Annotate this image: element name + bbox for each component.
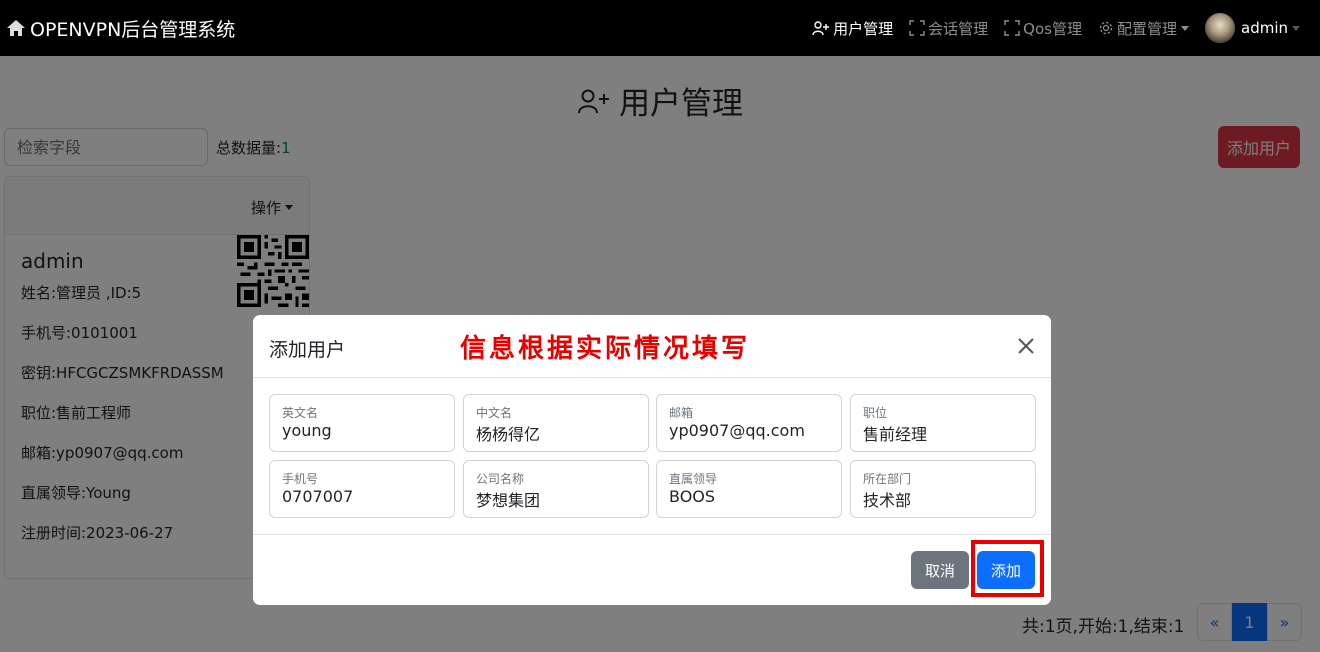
avatar	[1205, 13, 1235, 43]
field-label: 中文名	[476, 406, 513, 420]
field-value: 技术部	[863, 491, 912, 510]
manager-field[interactable]: 直属领导 BOOS	[656, 460, 842, 518]
house-icon	[7, 20, 25, 36]
field-value: yp0907@qq.com	[669, 421, 805, 440]
field-label: 所在部门	[863, 472, 912, 486]
fullscreen-icon	[1004, 20, 1020, 36]
close-icon	[1018, 338, 1034, 354]
user-name: admin	[1241, 19, 1288, 37]
modal-footer: 取消 添加	[253, 535, 1051, 604]
gear-icon	[1099, 21, 1113, 35]
navbar: OPENVPN后台管理系统 用户管理 会话管理 Qos管理 配置管理 admin	[0, 0, 1320, 56]
chinese-name-field[interactable]: 中文名 杨杨得亿	[463, 394, 649, 452]
brand-name: OPENVPN后台管理系统	[30, 18, 236, 41]
nav-item-label: 会话管理	[928, 19, 989, 38]
field-value: young	[282, 421, 332, 440]
modal-body: 英文名 young 中文名 杨杨得亿 邮箱 yp0907@qq.com 职位 售…	[253, 378, 1051, 535]
chevron-down-icon	[1181, 25, 1189, 31]
fullscreen-icon	[909, 20, 925, 36]
brand[interactable]: OPENVPN后台管理系统	[6, 15, 235, 42]
person-plus-icon	[812, 21, 830, 36]
field-value: BOOS	[669, 487, 716, 506]
field-label: 手机号	[282, 472, 319, 486]
field-label: 职位	[863, 406, 888, 420]
field-value: 0707007	[282, 487, 354, 506]
close-button[interactable]	[1013, 333, 1039, 359]
chevron-down-icon	[1292, 25, 1300, 31]
company-field[interactable]: 公司名称 梦想集团	[463, 460, 649, 518]
field-label: 直属领导	[669, 472, 718, 486]
modal-header: 添加用户 信息根据实际情况填写	[253, 315, 1051, 378]
field-label: 英文名	[282, 406, 319, 420]
email-field[interactable]: 邮箱 yp0907@qq.com	[656, 394, 842, 452]
nav-menu: 用户管理 会话管理 Qos管理 配置管理 admin	[796, 0, 1300, 56]
nav-item-qos-management[interactable]: Qos管理	[1004, 18, 1082, 39]
field-value: 售前经理	[863, 425, 928, 444]
nav-item-label: Qos管理	[1023, 19, 1082, 38]
nav-item-label: 配置管理	[1116, 19, 1177, 38]
position-field[interactable]: 职位 售前经理	[850, 394, 1036, 452]
annotation-text: 信息根据实际情况填写	[460, 334, 751, 364]
field-label: 公司名称	[476, 472, 525, 486]
nav-item-label: 用户管理	[833, 19, 894, 38]
nav-item-user-management[interactable]: 用户管理	[812, 18, 893, 39]
modal-title: 添加用户	[269, 339, 346, 361]
nav-item-config-management[interactable]: 配置管理	[1098, 18, 1189, 39]
english-name-field[interactable]: 英文名 young	[269, 394, 455, 452]
field-value: 杨杨得亿	[476, 425, 541, 444]
highlight-box	[971, 540, 1044, 597]
field-label: 邮箱	[669, 406, 694, 420]
cancel-button[interactable]: 取消	[911, 551, 969, 589]
field-value: 梦想集团	[476, 491, 541, 510]
department-field[interactable]: 所在部门 技术部	[850, 460, 1036, 518]
add-user-modal: 添加用户 信息根据实际情况填写 英文名 young 中文名 杨杨得亿 邮箱 yp…	[253, 315, 1051, 605]
user-menu[interactable]: admin	[1205, 13, 1300, 43]
nav-item-session-management[interactable]: 会话管理	[909, 18, 988, 39]
phone-field[interactable]: 手机号 0707007	[269, 460, 455, 518]
